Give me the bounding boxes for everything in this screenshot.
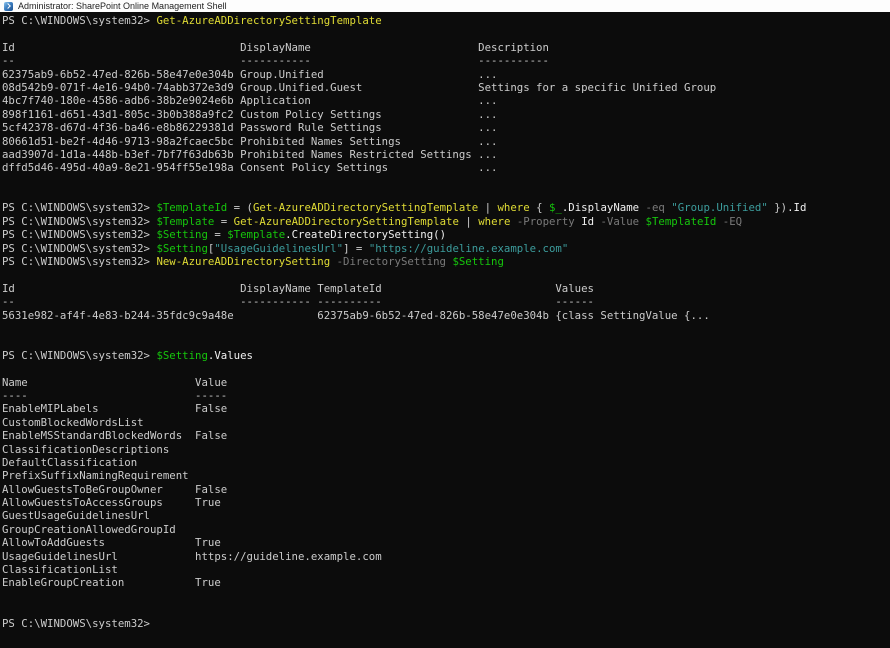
terminal-line: PS C:\WINDOWS\system32> $Setting.Values <box>2 349 890 362</box>
terminal-output[interactable]: PS C:\WINDOWS\system32> Get-AzureADDirec… <box>0 12 890 648</box>
terminal-line: DefaultClassification <box>2 456 890 469</box>
terminal-line: -- ----------- ---------- ------ <box>2 295 890 308</box>
terminal-line: Id DisplayName TemplateId Values <box>2 282 890 295</box>
terminal-line: 80661d51-be2f-4d46-9713-98a2fcaec5bc Pro… <box>2 135 890 148</box>
terminal-line: PS C:\WINDOWS\system32> $TemplateId = (G… <box>2 201 890 214</box>
terminal-line: AllowGuestsToAccessGroups True <box>2 496 890 509</box>
terminal-line: 08d542b9-071f-4e16-94b0-74abb372e3d9 Gro… <box>2 81 890 94</box>
terminal-line: 5cf42378-d67d-4f36-ba46-e8b86229381d Pas… <box>2 121 890 134</box>
terminal-line: EnableMSStandardBlockedWords False <box>2 429 890 442</box>
terminal-line: PS C:\WINDOWS\system32> New-AzureADDirec… <box>2 255 890 268</box>
terminal-line <box>2 188 890 201</box>
terminal-line: PS C:\WINDOWS\system32> $Setting["UsageG… <box>2 242 890 255</box>
terminal-line: 898f1161-d651-43d1-805c-3b0b388a9fc2 Cus… <box>2 108 890 121</box>
terminal-line: EnableMIPLabels False <box>2 402 890 415</box>
window-titlebar[interactable]: Administrator: SharePoint Online Managem… <box>0 0 890 12</box>
terminal-line: PS C:\WINDOWS\system32> $Setting = $Temp… <box>2 228 890 241</box>
terminal-line <box>2 175 890 188</box>
terminal-line <box>2 362 890 375</box>
terminal-line: UsageGuidelinesUrl https://guideline.exa… <box>2 550 890 563</box>
terminal-line: ---- ----- <box>2 389 890 402</box>
terminal-line: Name Value <box>2 376 890 389</box>
terminal-line: 4bc7f740-180e-4586-adb6-38b2e9024e6b App… <box>2 94 890 107</box>
terminal-line: 62375ab9-6b52-47ed-826b-58e47e0e304b Gro… <box>2 68 890 81</box>
terminal-line: aad3907d-1d1a-448b-b3ef-7bf7f63db63b Pro… <box>2 148 890 161</box>
terminal-line: PS C:\WINDOWS\system32> $Template = Get-… <box>2 215 890 228</box>
terminal-line: ClassificationDescriptions <box>2 443 890 456</box>
terminal-line: PS C:\WINDOWS\system32> Get-AzureADDirec… <box>2 14 890 27</box>
window-title: Administrator: SharePoint Online Managem… <box>18 1 227 11</box>
terminal-line: PS C:\WINDOWS\system32> <box>2 617 890 630</box>
terminal-line: -- ----------- ----------- <box>2 54 890 67</box>
terminal-line <box>2 590 890 603</box>
terminal-line: AllowToAddGuests True <box>2 536 890 549</box>
terminal-line: GroupCreationAllowedGroupId <box>2 523 890 536</box>
terminal-line: PrefixSuffixNamingRequirement <box>2 469 890 482</box>
terminal-line: Id DisplayName Description <box>2 41 890 54</box>
terminal-line <box>2 603 890 616</box>
terminal-line: 5631e982-af4f-4e83-b244-35fdc9c9a48e 623… <box>2 309 890 322</box>
terminal-line <box>2 335 890 348</box>
terminal-line <box>2 268 890 281</box>
terminal-line: EnableGroupCreation True <box>2 576 890 589</box>
terminal-line: ClassificationList <box>2 563 890 576</box>
terminal-line: CustomBlockedWordsList <box>2 416 890 429</box>
terminal-line <box>2 27 890 40</box>
terminal-line: AllowGuestsToBeGroupOwner False <box>2 483 890 496</box>
powershell-icon <box>4 2 13 11</box>
terminal-line: dffd5d46-495d-40a9-8e21-954ff55e198a Con… <box>2 161 890 174</box>
terminal-line: GuestUsageGuidelinesUrl <box>2 509 890 522</box>
terminal-line <box>2 322 890 335</box>
powershell-window: Administrator: SharePoint Online Managem… <box>0 0 890 648</box>
